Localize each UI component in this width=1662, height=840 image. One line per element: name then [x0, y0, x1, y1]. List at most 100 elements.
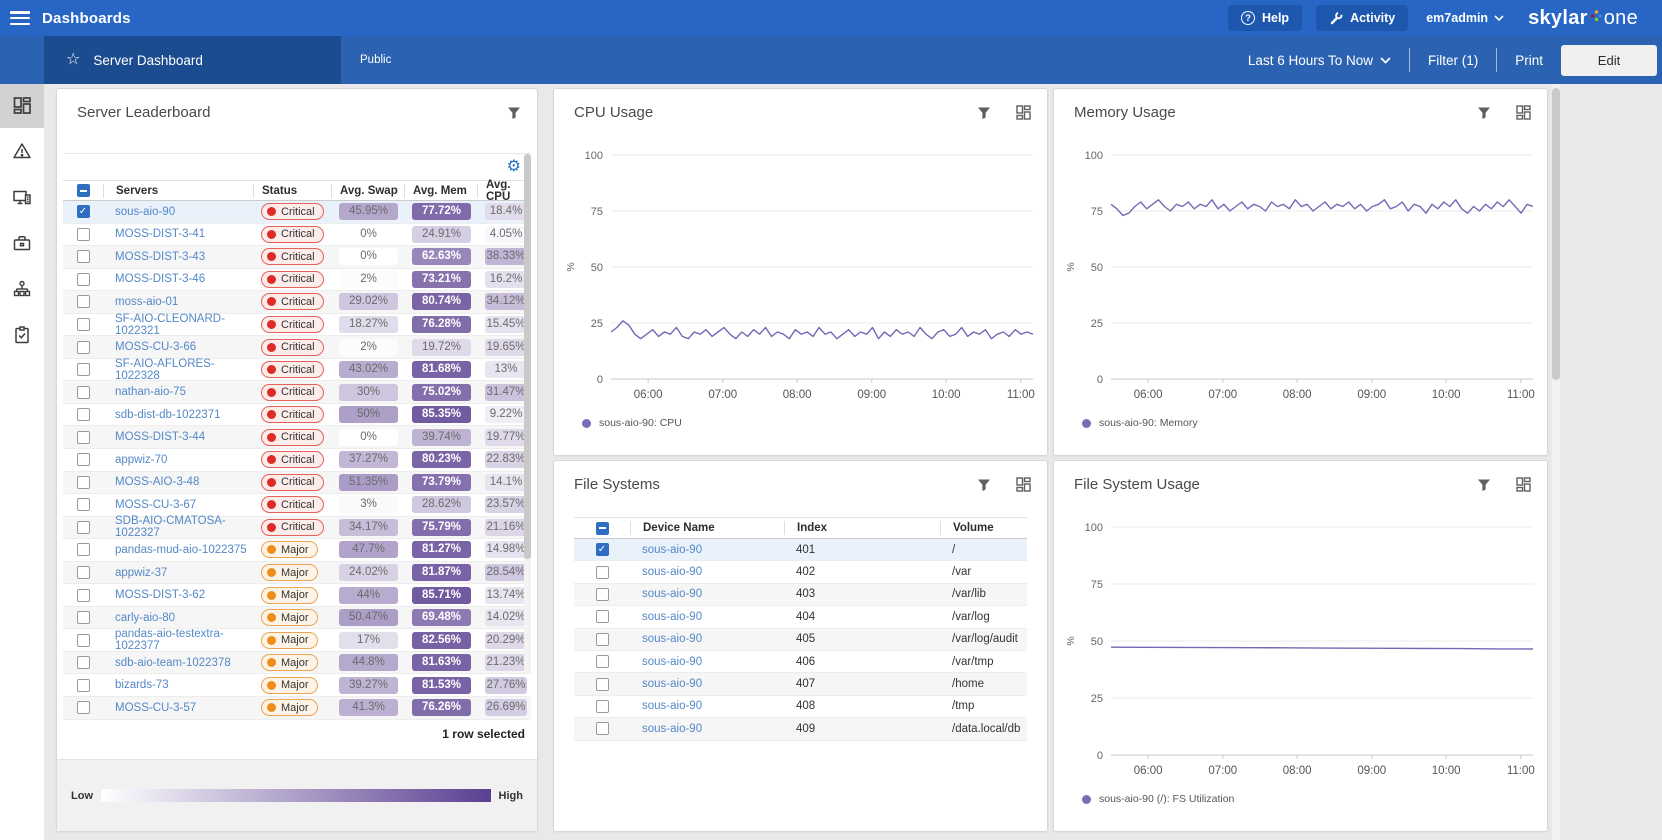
- row-checkbox[interactable]: [596, 588, 609, 601]
- table-row[interactable]: SF-AIO-CLEONARD-1022321 Critical 18.27% …: [63, 314, 531, 337]
- table-row[interactable]: SF-AIO-AFLORES-1022328 Critical 43.02% 8…: [63, 359, 531, 382]
- table-row[interactable]: bizards-73 Major 39.27% 81.53% 27.76%: [63, 674, 531, 697]
- row-checkbox[interactable]: [77, 543, 90, 556]
- filter-button[interactable]: Filter (1): [1428, 53, 1478, 68]
- table-row[interactable]: sous-aio-90 406 /var/tmp: [574, 651, 1027, 673]
- server-link[interactable]: bizards-73: [115, 679, 169, 691]
- page-scrollbar[interactable]: [1552, 84, 1560, 840]
- table-row[interactable]: sous-aio-90 401 /: [574, 539, 1027, 561]
- table-row[interactable]: sous-aio-90 404 /var/log: [574, 606, 1027, 628]
- col-volume[interactable]: Volume: [940, 521, 1027, 535]
- filter-icon[interactable]: [507, 106, 521, 120]
- table-row[interactable]: sous-aio-90 409 /data.local/db: [574, 718, 1027, 740]
- row-checkbox[interactable]: [77, 476, 90, 489]
- table-row[interactable]: MOSS-CU-3-67 Critical 3% 28.62% 23.57%: [63, 494, 531, 517]
- row-checkbox[interactable]: [77, 679, 90, 692]
- row-checkbox[interactable]: [77, 228, 90, 241]
- server-link[interactable]: nathan-aio-75: [115, 386, 186, 398]
- device-link[interactable]: sous-aio-90: [642, 633, 702, 645]
- server-link[interactable]: MOSS-DIST-3-46: [115, 273, 205, 285]
- table-row[interactable]: MOSS-DIST-3-43 Critical 0% 62.63% 38.33%: [63, 246, 531, 269]
- server-link[interactable]: pandas-aio-testextra-1022377: [115, 628, 224, 652]
- select-all-checkbox[interactable]: [596, 522, 609, 535]
- print-button[interactable]: Print: [1515, 53, 1543, 68]
- server-link[interactable]: SDB-AIO-CMATOSA-1022327: [115, 515, 226, 539]
- row-checkbox[interactable]: [77, 318, 90, 331]
- filter-icon[interactable]: [1477, 106, 1491, 120]
- table-row[interactable]: sous-aio-90 403 /var/lib: [574, 584, 1027, 606]
- row-checkbox[interactable]: [77, 386, 90, 399]
- server-link[interactable]: moss-aio-01: [115, 296, 178, 308]
- row-checkbox[interactable]: [596, 655, 609, 668]
- row-checkbox[interactable]: [77, 341, 90, 354]
- device-link[interactable]: sous-aio-90: [642, 723, 702, 735]
- row-checkbox[interactable]: [596, 678, 609, 691]
- table-row[interactable]: SDB-AIO-CMATOSA-1022327 Critical 34.17% …: [63, 517, 531, 540]
- sidebar-item-tickets[interactable]: [0, 312, 44, 358]
- server-link[interactable]: sdb-aio-team-1022378: [115, 657, 231, 669]
- table-row[interactable]: MOSS-DIST-3-44 Critical 0% 39.74% 19.77%: [63, 426, 531, 449]
- col-servers[interactable]: Servers: [103, 184, 253, 198]
- row-checkbox[interactable]: [77, 408, 90, 421]
- device-link[interactable]: sous-aio-90: [642, 566, 702, 578]
- table-row[interactable]: appwiz-37 Major 24.02% 81.87% 28.54%: [63, 562, 531, 585]
- sidebar-item-devices[interactable]: [0, 174, 44, 220]
- table-row[interactable]: moss-aio-01 Critical 29.02% 80.74% 34.12…: [63, 291, 531, 314]
- table-row[interactable]: MOSS-AIO-3-48 Critical 51.35% 73.79% 14.…: [63, 472, 531, 495]
- row-checkbox[interactable]: [596, 543, 609, 556]
- col-avg-swap[interactable]: Avg. Swap: [331, 184, 404, 198]
- server-link[interactable]: MOSS-DIST-3-62: [115, 589, 205, 601]
- table-row[interactable]: MOSS-CU-3-57 Major 41.3% 76.26% 26.69%: [63, 697, 531, 720]
- row-checkbox[interactable]: [77, 521, 90, 534]
- server-link[interactable]: sdb-dist-db-1022371: [115, 409, 221, 421]
- row-checkbox[interactable]: [77, 589, 90, 602]
- row-checkbox[interactable]: [77, 498, 90, 511]
- row-checkbox[interactable]: [596, 722, 609, 735]
- row-checkbox[interactable]: [596, 633, 609, 646]
- table-scrollbar[interactable]: [524, 154, 531, 673]
- table-row[interactable]: pandas-aio-testextra-1022377 Major 17% 8…: [63, 629, 531, 652]
- table-row[interactable]: MOSS-DIST-3-62 Major 44% 85.71% 13.74%: [63, 584, 531, 607]
- device-link[interactable]: sous-aio-90: [642, 700, 702, 712]
- help-button[interactable]: ? Help: [1228, 5, 1302, 31]
- row-checkbox[interactable]: [596, 700, 609, 713]
- row-checkbox[interactable]: [596, 566, 609, 579]
- col-device-name[interactable]: Device Name: [630, 521, 784, 535]
- row-checkbox[interactable]: [77, 205, 90, 218]
- layout-grid-icon[interactable]: [1016, 477, 1031, 492]
- server-link[interactable]: SF-AIO-CLEONARD-1022321: [115, 313, 225, 337]
- device-link[interactable]: sous-aio-90: [642, 678, 702, 690]
- layout-grid-icon[interactable]: [1516, 105, 1531, 120]
- row-checkbox[interactable]: [77, 701, 90, 714]
- row-checkbox[interactable]: [77, 363, 90, 376]
- table-row[interactable]: sous-aio-90 405 /var/log/audit: [574, 629, 1027, 651]
- row-checkbox[interactable]: [77, 431, 90, 444]
- row-checkbox[interactable]: [77, 295, 90, 308]
- device-link[interactable]: sous-aio-90: [642, 544, 702, 556]
- row-checkbox[interactable]: [77, 566, 90, 579]
- table-row[interactable]: pandas-mud-aio-1022375 Major 47.7% 81.27…: [63, 539, 531, 562]
- server-link[interactable]: carly-aio-80: [115, 612, 175, 624]
- activity-button[interactable]: Activity: [1316, 5, 1408, 31]
- device-link[interactable]: sous-aio-90: [642, 656, 702, 668]
- row-checkbox[interactable]: [77, 656, 90, 669]
- user-menu[interactable]: em7admin: [1426, 11, 1504, 25]
- favorite-star-icon[interactable]: ☆: [66, 52, 80, 68]
- server-link[interactable]: MOSS-AIO-3-48: [115, 476, 199, 488]
- sidebar-item-dashboards[interactable]: [0, 82, 44, 128]
- server-link[interactable]: appwiz-37: [115, 567, 167, 579]
- hamburger-menu-icon[interactable]: [10, 11, 30, 25]
- server-link[interactable]: sous-aio-90: [115, 206, 175, 218]
- filter-icon[interactable]: [977, 106, 991, 120]
- server-link[interactable]: pandas-mud-aio-1022375: [115, 544, 247, 556]
- row-checkbox[interactable]: [77, 611, 90, 624]
- layout-grid-icon[interactable]: [1016, 105, 1031, 120]
- layout-grid-icon[interactable]: [1516, 477, 1531, 492]
- sidebar-item-events[interactable]: [0, 128, 44, 174]
- filter-icon[interactable]: [1477, 478, 1491, 492]
- col-status[interactable]: Status: [253, 184, 331, 198]
- gear-icon[interactable]: ⚙: [507, 159, 521, 175]
- server-link[interactable]: MOSS-DIST-3-44: [115, 431, 205, 443]
- table-row[interactable]: sdb-dist-db-1022371 Critical 50% 85.35% …: [63, 404, 531, 427]
- table-row[interactable]: MOSS-DIST-3-41 Critical 0% 24.91% 4.05%: [63, 224, 531, 247]
